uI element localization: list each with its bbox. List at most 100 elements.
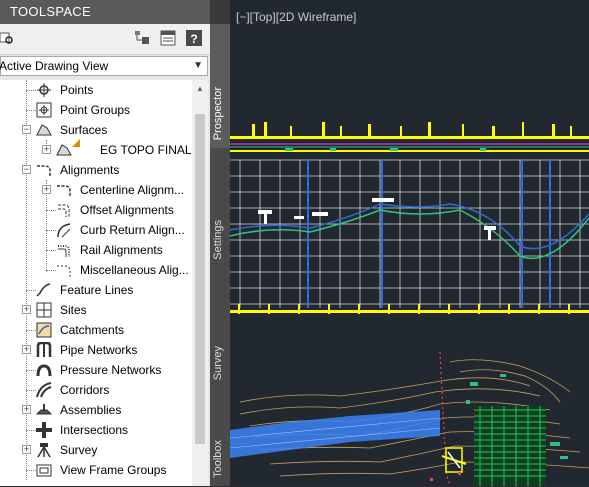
surface-icon <box>36 124 52 136</box>
expand-toggle[interactable]: + <box>22 445 31 454</box>
points-icon <box>37 83 51 97</box>
svg-text:?: ? <box>190 32 197 46</box>
toolspace-title: TOOLSPACE <box>0 0 210 24</box>
title-bar-edge <box>210 0 230 24</box>
tree-item-label: Survey <box>60 443 98 457</box>
collapse-toggle[interactable]: − <box>22 125 31 134</box>
alignment-icon <box>37 165 51 177</box>
tree-item-label: Assemblies <box>60 403 122 417</box>
drawing-viewport[interactable]: [−][Top][2D Wireframe] <box>230 0 589 486</box>
tab-toolbox[interactable]: Toolbox <box>210 388 230 487</box>
tree-item-centerline-alignments[interactable]: + Centerline Alignm... <box>0 180 192 200</box>
tree-item-label: Centerline Alignm... <box>80 183 185 197</box>
toolspace-panel: TOOLSPACE ? Active Drawing View ▼ Points… <box>0 0 230 487</box>
expand-toggle[interactable]: + <box>22 305 31 314</box>
tree-line <box>46 230 56 231</box>
tree-item-miscellaneous-alignments[interactable]: Miscellaneous Alig... <box>0 260 192 280</box>
help-icon[interactable]: ? <box>186 30 202 46</box>
tree-line <box>46 210 56 211</box>
tree-item-catchments[interactable]: Catchments <box>0 320 192 340</box>
collapse-toggle[interactable]: − <box>22 165 31 174</box>
tree-item-corridors[interactable]: Corridors <box>0 380 192 400</box>
catchment-icon <box>36 322 52 338</box>
expand-toggle[interactable]: + <box>22 345 31 354</box>
offset-alignment-icon <box>58 204 70 217</box>
tree-item-pipe-networks[interactable]: + Pipe Networks <box>0 340 192 360</box>
tree-item-offset-alignments[interactable]: Offset Alignments <box>0 200 192 220</box>
tree-item-label: Intersections <box>60 423 129 437</box>
survey-tripod-icon <box>37 443 51 458</box>
tree-line <box>26 330 36 331</box>
miscellaneous-alignment-icon <box>57 265 71 277</box>
corridor-icon <box>36 382 52 398</box>
tree-item-label: Alignments <box>60 163 120 177</box>
scroll-up-arrow-icon[interactable]: ▲ <box>196 84 204 93</box>
view-select-value: Active Drawing View <box>0 59 109 73</box>
tree-item-intersections[interactable]: Intersections <box>0 420 192 440</box>
tree-item-survey[interactable]: + Survey <box>0 440 192 460</box>
tab-label: Survey <box>212 345 224 380</box>
tree-item-label: Point Groups <box>60 103 131 117</box>
expand-toggle[interactable]: + <box>42 145 51 154</box>
tree-item-rail-alignments[interactable]: Rail Alignments <box>0 240 192 260</box>
tab-label: Toolbox <box>212 440 224 478</box>
tab-survey[interactable]: Survey <box>210 268 230 389</box>
toolspace-tabs: Prospector Settings Survey Toolbox <box>210 24 230 487</box>
tree-item-label: Corridors <box>60 383 110 397</box>
intersection-icon <box>36 422 52 438</box>
tree-item-assemblies[interactable]: + Assemblies <box>0 400 192 420</box>
tree-item-points[interactable]: Points <box>0 80 192 100</box>
feature-line-icon <box>36 283 51 297</box>
pipe-network-icon <box>36 342 52 357</box>
out-of-date-flag-icon <box>72 139 80 147</box>
tree-item-view-frame-groups[interactable]: View Frame Groups <box>0 460 192 480</box>
tree-item-label: Rail Alignments <box>80 243 163 257</box>
tree-item-curb-return-alignments[interactable]: Curb Return Align... <box>0 220 192 240</box>
chevron-down-icon[interactable]: ▼ <box>193 57 203 75</box>
tree-line <box>46 250 56 251</box>
expand-toggle[interactable]: + <box>42 185 51 194</box>
tree-item-label: Curb Return Align... <box>80 223 185 237</box>
centerline-alignment-icon <box>57 185 71 197</box>
tree-item-label: Catchments <box>60 323 125 337</box>
tab-prospector[interactable]: Prospector <box>210 24 230 149</box>
tree-item-eg-topo-final[interactable]: + EG TOPO FINAL <box>0 139 192 160</box>
tree-line <box>46 270 56 271</box>
tree-item-feature-lines[interactable]: Feature Lines <box>0 280 192 300</box>
tree-item-label: View Frame Groups <box>60 463 167 477</box>
tree-item-point-groups[interactable]: Point Groups <box>0 100 192 120</box>
viewport-controls-label[interactable]: [−][Top][2D Wireframe] <box>236 10 356 24</box>
tree-line <box>26 90 36 91</box>
tree-item-surfaces[interactable]: − Surfaces <box>0 120 192 140</box>
tree-scrollbar[interactable]: ▲ <box>192 80 208 486</box>
profile-view-drawing[interactable] <box>230 118 589 328</box>
tree-item-label: Offset Alignments <box>80 203 174 217</box>
tree-item-pressure-networks[interactable]: Pressure Networks <box>0 360 192 380</box>
assembly-icon <box>36 404 52 415</box>
scrollbar-thumb[interactable] <box>195 114 205 444</box>
tree-line <box>26 470 36 471</box>
tree-item-sites[interactable]: + Sites <box>0 300 192 320</box>
toggle-item-view-icon[interactable] <box>134 30 150 46</box>
prospector-tree: Points Point Groups − Surfaces + EG TOPO… <box>0 80 192 486</box>
expand-toggle[interactable]: + <box>22 405 31 414</box>
list-view-icon[interactable] <box>160 30 176 46</box>
tree-line <box>26 390 36 391</box>
tree-item-label: Feature Lines <box>60 283 134 297</box>
tree-line <box>26 290 36 291</box>
pressure-network-icon <box>36 364 52 377</box>
surface-icon <box>56 144 72 156</box>
plan-view-drawing[interactable] <box>230 352 589 486</box>
view-select-dropdown[interactable]: Active Drawing View ▼ <box>0 56 208 76</box>
tab-settings[interactable]: Settings <box>210 148 230 269</box>
tree-item-label: Points <box>60 83 94 97</box>
tree-item-alignments[interactable]: − Alignments <box>0 160 192 180</box>
zoom-icon[interactable] <box>0 30 16 46</box>
tree-item-label: Pipe Networks <box>60 343 138 357</box>
tree-item-label: Pressure Networks <box>60 363 162 377</box>
rail-alignment-icon <box>58 245 70 257</box>
tree-item-label: Surfaces <box>60 123 108 137</box>
toolspace-toolbar: ? <box>0 24 210 55</box>
tree-item-label: Miscellaneous Alig... <box>80 263 189 277</box>
tab-label: Settings <box>212 220 224 260</box>
